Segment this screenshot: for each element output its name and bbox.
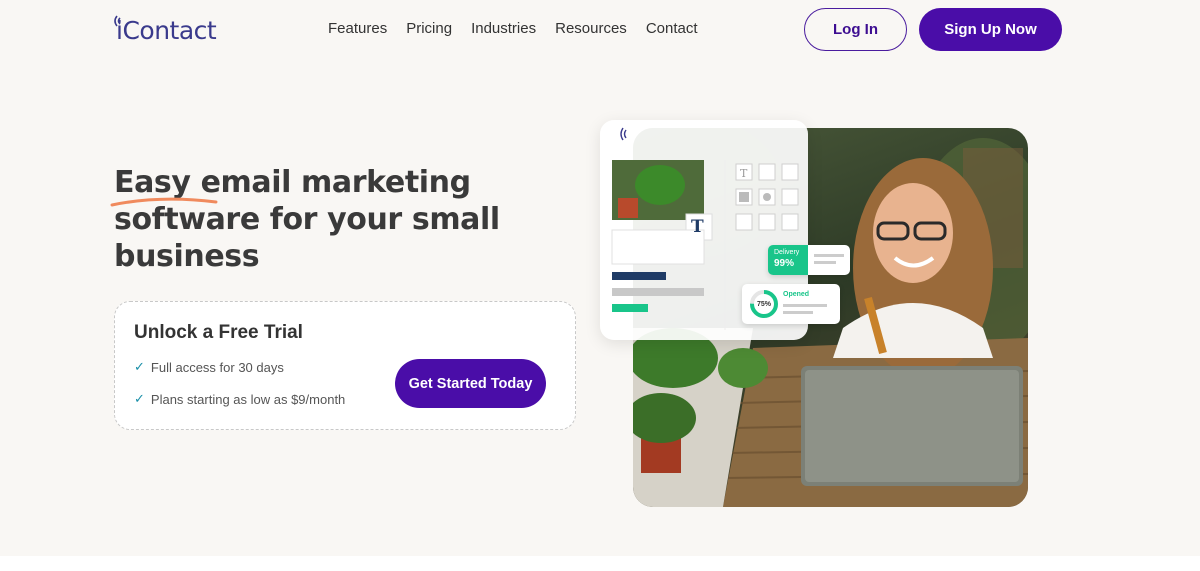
signal-waves-icon <box>114 15 121 27</box>
editor-logo-icon <box>620 127 627 141</box>
delivery-value: 99% <box>774 258 795 269</box>
headline-line-3: business <box>114 239 260 274</box>
nav-link-pricing[interactable]: Pricing <box>406 19 452 39</box>
text-tool-icon: T <box>691 217 704 237</box>
trial-feature-item: ✓ Plans starting as low as $9/month <box>134 391 345 407</box>
opened-value: 75% <box>756 300 771 308</box>
checkmark-icon: ✓ <box>134 391 145 406</box>
opened-stat-card: 75% Opened <box>742 284 840 324</box>
placeholder-lines <box>783 304 827 314</box>
trial-feature-text: Full access for 30 days <box>150 359 284 375</box>
nav-link-industries[interactable]: Industries <box>471 19 536 39</box>
main-nav: Features Pricing Industries Resources Co… <box>328 19 698 39</box>
headline-underline-swoosh <box>110 197 218 207</box>
opened-label: Opened <box>783 291 810 298</box>
nav-link-resources[interactable]: Resources <box>555 19 627 39</box>
placeholder-lines <box>814 254 844 264</box>
nav-link-features[interactable]: Features <box>328 19 387 39</box>
trial-feature-item: ✓ Full access for 30 days <box>134 359 284 375</box>
trial-feature-text: Plans starting as low as $9/month <box>150 391 346 407</box>
svg-text:T: T <box>740 167 748 180</box>
login-button[interactable]: Log In <box>804 8 907 51</box>
logo-text: iContact <box>116 16 217 45</box>
checkmark-icon: ✓ <box>134 359 145 374</box>
hero-headline: Easy email marketing software for your s… <box>114 164 534 275</box>
signup-button[interactable]: Sign Up Now <box>919 8 1062 51</box>
section-divider <box>0 556 1200 571</box>
delivery-stat-card: Delivery 99% <box>768 245 850 275</box>
delivery-tag: Delivery 99% <box>768 245 808 275</box>
get-started-button[interactable]: Get Started Today <box>395 359 546 408</box>
headline-line-1: Easy email marketing <box>114 165 471 200</box>
trial-title: Unlock a Free Trial <box>134 322 303 343</box>
free-trial-card: Unlock a Free Trial ✓ Full access for 30… <box>114 301 576 430</box>
nav-link-contact[interactable]: Contact <box>646 19 698 39</box>
delivery-label: Delivery <box>774 249 800 256</box>
brand-logo[interactable]: iContact <box>112 14 217 48</box>
